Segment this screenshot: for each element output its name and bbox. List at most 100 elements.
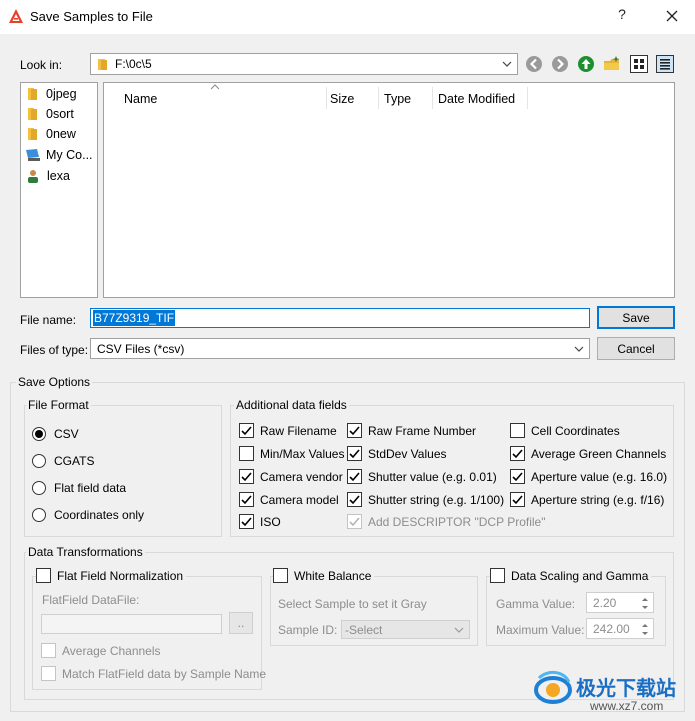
radio-selected-icon [32, 427, 46, 441]
data-scaling-gamma-checkbox[interactable]: Data Scaling and Gamma [490, 568, 652, 583]
sidebar-item-label: 0jpeg [46, 87, 77, 101]
places-sidebar: 0jpeg 0sort 0new My Co... lexa [20, 82, 98, 298]
match-by-sample-name-checkbox[interactable]: Match FlatField data by Sample Name [41, 666, 266, 681]
white-balance-hint: Select Sample to set it Gray [278, 597, 427, 611]
file-name-input[interactable]: B77Z9319_TIF [90, 308, 590, 328]
checkmark-icon [510, 492, 525, 507]
user-icon [28, 170, 38, 183]
watermark-text: 极光下载站 [576, 676, 676, 700]
checkbox-aperture-string-e-g-f-16[interactable]: Aperture string (e.g. f/16) [510, 492, 664, 507]
file-type-select[interactable]: CSV Files (*csv) [90, 338, 590, 359]
checkbox-camera-vendor[interactable]: Camera vendor [239, 469, 343, 484]
up-folder-icon[interactable] [577, 55, 595, 73]
gamma-value-label: Gamma Value: [496, 597, 576, 611]
save-options-title: Save Options [16, 375, 93, 389]
checkmark-icon [347, 514, 362, 529]
white-balance-checkbox[interactable]: White Balance [273, 568, 375, 583]
forward-icon[interactable] [551, 55, 569, 73]
gamma-value: 2.20 [593, 595, 617, 610]
help-button[interactable]: ? [612, 6, 632, 26]
new-folder-icon[interactable] [603, 55, 621, 73]
column-header-type[interactable]: Type [384, 92, 411, 106]
radio-flat-field-data[interactable]: Flat field data [32, 481, 126, 495]
app-logo-icon [9, 9, 23, 23]
sidebar-item-label: 0new [46, 127, 76, 141]
computer-icon [26, 149, 40, 161]
radio-icon [32, 481, 46, 495]
file-list[interactable]: Name Size Type Date Modified [103, 82, 675, 298]
checkbox-shutter-string-e-g-1-100[interactable]: Shutter string (e.g. 1/100) [347, 492, 504, 507]
radio-icon [32, 454, 46, 468]
checkmark-icon [510, 446, 525, 461]
checkbox-iso[interactable]: ISO [239, 514, 281, 529]
watermark-logo-icon [534, 671, 572, 704]
data-transformations-title: Data Transformations [26, 545, 145, 559]
checkmark-icon [239, 492, 254, 507]
sidebar-item-label: 0sort [46, 107, 74, 121]
average-channels-checkbox[interactable]: Average Channels [41, 643, 161, 658]
checkbox-icon [490, 568, 505, 583]
back-icon[interactable] [525, 55, 543, 73]
sidebar-item-0jpeg[interactable]: 0jpeg [27, 87, 77, 101]
checkbox-cell-coordinates[interactable]: Cell Coordinates [510, 423, 620, 438]
cancel-button[interactable]: Cancel [597, 337, 675, 360]
file-type-value: CSV Files (*csv) [97, 341, 185, 356]
sample-id-value: -Select [345, 622, 383, 637]
details-view-icon[interactable] [656, 55, 674, 73]
maximum-value-label: Maximum Value: [496, 623, 585, 637]
flatfield-datafile-label: FlatField DataFile: [42, 593, 140, 607]
spinner-arrows-icon[interactable] [638, 620, 652, 639]
checkbox-stddev-values[interactable]: StdDev Values [347, 446, 447, 461]
look-in-path: F:\0c\5 [115, 57, 152, 71]
folder-icon [28, 128, 37, 140]
maximum-value-spinner[interactable]: 242.00 [586, 618, 654, 639]
sidebar-item-my-computer[interactable]: My Co... [25, 148, 93, 162]
checkmark-icon [239, 469, 254, 484]
window-title: Save Samples to File [30, 9, 153, 24]
checkmark-icon [239, 423, 254, 438]
checkmark-icon [347, 469, 362, 484]
checkbox-add-descriptor-dcp-profile[interactable]: Add DESCRIPTOR "DCP Profile" [347, 514, 545, 529]
sidebar-item-label: lexa [47, 169, 70, 183]
sample-id-select[interactable]: -Select [341, 620, 470, 639]
folder-icon [28, 88, 37, 100]
checkmark-icon [347, 492, 362, 507]
column-header-name[interactable]: Name [124, 92, 157, 106]
flatfield-datafile-input[interactable] [41, 614, 222, 634]
checkbox-camera-model[interactable]: Camera model [239, 492, 339, 507]
spinner-arrows-icon[interactable] [638, 594, 652, 613]
checkbox-aperture-value-e-g-16-0[interactable]: Aperture value (e.g. 16.0) [510, 469, 667, 484]
checkbox-icon [239, 446, 254, 461]
file-type-label: Files of type: [20, 343, 89, 357]
look-in-combo[interactable]: F:\0c\5 [90, 53, 518, 75]
list-view-icon[interactable] [630, 55, 648, 73]
checkbox-shutter-value-e-g-0-01[interactable]: Shutter value (e.g. 0.01) [347, 469, 497, 484]
flat-field-normalization-checkbox[interactable]: Flat Field Normalization [36, 568, 187, 583]
radio-icon [32, 508, 46, 522]
radio-csv[interactable]: CSV [32, 427, 79, 441]
checkbox-icon [36, 568, 51, 583]
chevron-down-icon [454, 627, 464, 633]
folder-icon [28, 108, 37, 120]
sidebar-item-lexa[interactable]: lexa [27, 169, 70, 183]
sidebar-item-0new[interactable]: 0new [27, 127, 76, 141]
checkmark-icon [347, 446, 362, 461]
checkbox-raw-frame-number[interactable]: Raw Frame Number [347, 423, 476, 438]
radio-coordinates-only[interactable]: Coordinates only [32, 508, 144, 522]
checkmark-icon [347, 423, 362, 438]
checkmark-icon [239, 514, 254, 529]
checkbox-min-max-values[interactable]: Min/Max Values [239, 446, 344, 461]
gamma-value-spinner[interactable]: 2.20 [586, 592, 654, 613]
look-in-label: Look in: [20, 58, 63, 72]
column-header-size[interactable]: Size [330, 92, 354, 106]
save-button[interactable]: Save [597, 306, 675, 329]
file-name-value: B77Z9319_TIF [93, 310, 176, 326]
chevron-down-icon [502, 61, 512, 67]
checkbox-raw-filename[interactable]: Raw Filename [239, 423, 337, 438]
radio-cgats[interactable]: CGATS [32, 454, 94, 468]
sidebar-item-0sort[interactable]: 0sort [27, 107, 74, 121]
close-icon[interactable] [662, 6, 682, 26]
browse-button[interactable]: .. [229, 612, 253, 634]
checkbox-average-green-channels[interactable]: Average Green Channels [510, 446, 666, 461]
column-header-date-modified[interactable]: Date Modified [438, 92, 515, 106]
